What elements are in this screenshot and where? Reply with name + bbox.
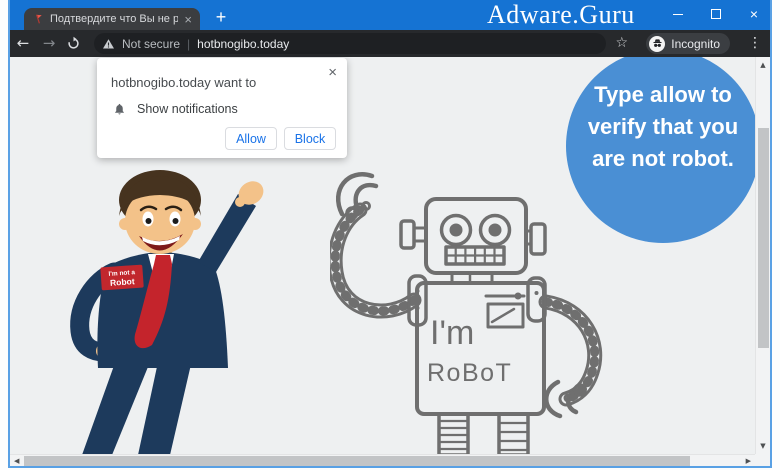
horizontal-scrollbar-thumb[interactable] (24, 456, 690, 466)
address-bar[interactable]: Not secure | hotbnogibo.today (94, 33, 606, 54)
scroll-right-icon[interactable]: ▶ (746, 455, 751, 467)
bell-icon (113, 102, 126, 116)
bubble-line: verify that you (588, 111, 738, 143)
address-separator: | (187, 37, 190, 51)
vertical-scrollbar-thumb[interactable] (758, 128, 769, 348)
not-secure-label: Not secure (122, 37, 180, 51)
not-secure-warning-icon (102, 38, 115, 50)
browser-toolbar: ← → Not secure | hotbnogibo.today ☆ (10, 30, 770, 57)
browser-window: Подтвердите что Вы не робот × + Adware.G… (8, 0, 772, 468)
new-tab-button[interactable]: + (208, 5, 234, 29)
forward-icon[interactable]: → (38, 30, 60, 57)
window-close-button[interactable]: × (742, 0, 766, 28)
minimize-button[interactable] (666, 0, 690, 28)
scroll-left-icon[interactable]: ◀ (14, 455, 19, 467)
reload-icon[interactable] (66, 36, 81, 51)
robot-chest-text-line1: I'm (430, 314, 474, 352)
scroll-up-icon[interactable]: ▲ (756, 61, 770, 69)
back-icon[interactable]: ← (12, 30, 34, 57)
horizontal-scrollbar[interactable]: ◀ ▶ (10, 454, 755, 466)
allow-button[interactable]: Allow (225, 127, 277, 150)
maximize-button[interactable] (704, 0, 728, 28)
url-text[interactable]: hotbnogibo.today (197, 37, 289, 51)
tab-favicon-icon (32, 13, 44, 25)
incognito-label: Incognito (671, 37, 720, 51)
bubble-line: Type allow to (588, 79, 738, 111)
badge-text-line2: Robot (110, 276, 135, 288)
bookmark-star-icon[interactable]: ☆ (615, 30, 628, 57)
tab-close-icon[interactable]: × (184, 13, 192, 26)
menu-dots-icon[interactable]: ⋮ (748, 30, 762, 57)
block-button[interactable]: Block (284, 127, 336, 150)
title-bar: Подтвердите что Вы не робот × + Adware.G… (10, 0, 770, 30)
robot-sketch-illustration: I'm RoBoT (330, 160, 610, 454)
robot-chest-text-line2: RoBoT (427, 359, 512, 387)
scrollbar-corner (755, 454, 770, 466)
tab-title: Подтвердите что Вы не робот (50, 13, 178, 25)
bubble-line: are not robot. (588, 143, 738, 175)
incognito-icon (649, 36, 665, 52)
dialog-origin-text: hotbnogibo.today want to (111, 75, 256, 90)
browser-tab[interactable]: Подтвердите что Вы не робот × (24, 8, 200, 30)
vertical-scrollbar[interactable]: ▲ ▼ (755, 57, 770, 454)
cartoon-man-illustration: I'm not a Robot (60, 155, 310, 454)
incognito-badge: Incognito (646, 33, 730, 54)
permission-label: Show notifications (137, 102, 238, 116)
watermark-text: Adware.Guru (487, 0, 635, 30)
notification-permission-dialog: × hotbnogibo.today want to Show notifica… (97, 58, 347, 158)
scroll-down-icon[interactable]: ▼ (756, 442, 770, 450)
dialog-close-icon[interactable]: × (328, 64, 337, 81)
